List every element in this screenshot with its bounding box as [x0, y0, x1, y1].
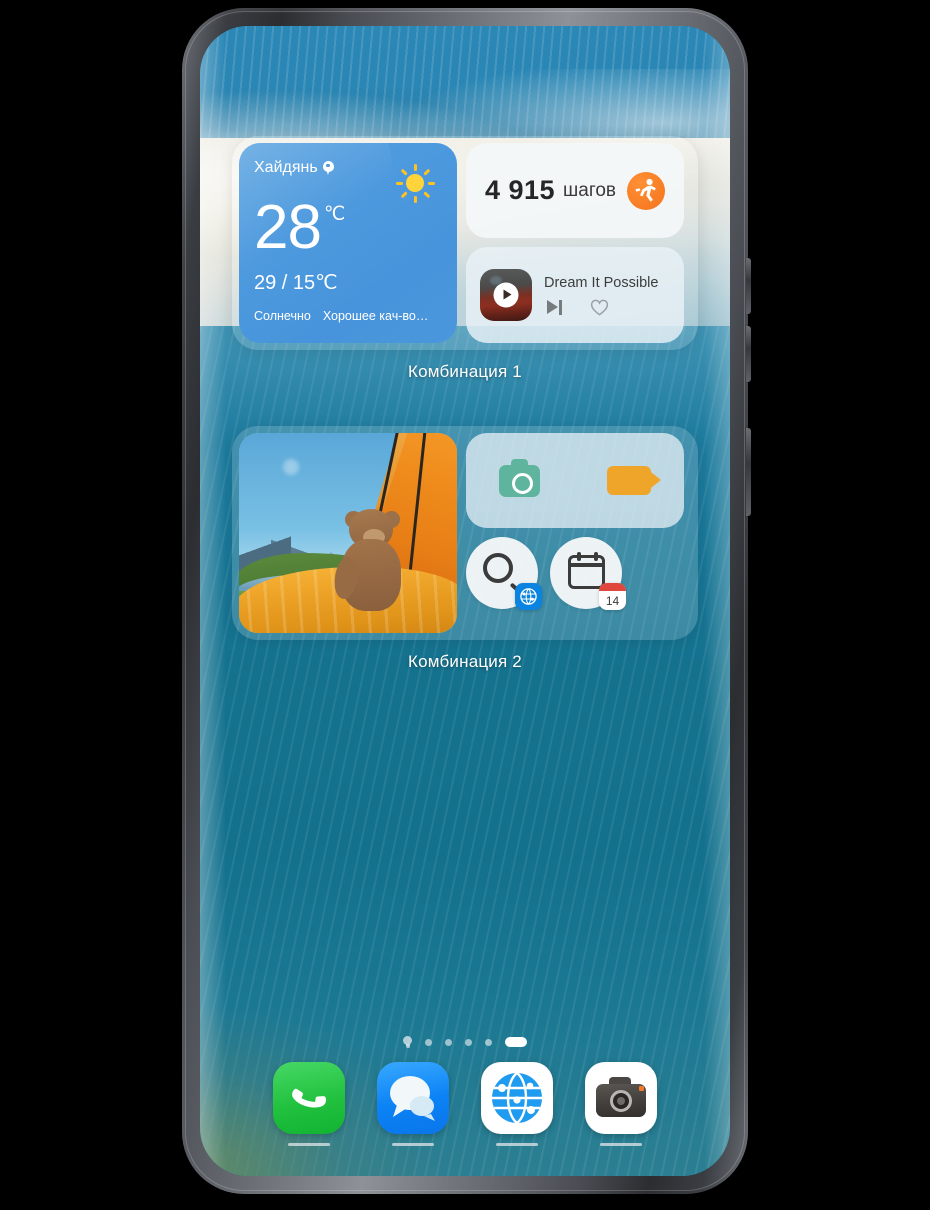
weather-high-low: 29 / 15℃	[254, 271, 338, 294]
gallery-photo-widget[interactable]	[239, 433, 457, 633]
video-camera-icon[interactable]	[606, 466, 661, 495]
widget-combination-1[interactable]: Хайдянь 28 ℃ 29 / 15℃ Солнечно Хорошее к…	[200, 136, 730, 382]
power-button[interactable]	[746, 428, 751, 516]
quick-actions-row: 14	[466, 537, 684, 610]
next-track-icon[interactable]	[547, 299, 564, 315]
heart-icon[interactable]	[590, 299, 609, 316]
page-dot-2[interactable]	[445, 1038, 452, 1046]
camera-shortcuts-widget[interactable]	[466, 433, 684, 528]
weather-temperature-unit: ℃	[323, 204, 346, 225]
widget-combination-2[interactable]: 14 Комбинация 2	[200, 426, 730, 672]
dock-label-messages	[392, 1143, 434, 1146]
volume-up-button[interactable]	[746, 258, 751, 314]
calendar-icon	[567, 552, 605, 589]
page-dot-4[interactable]	[485, 1038, 492, 1046]
weather-condition: Солнечно	[254, 308, 311, 323]
weather-air-quality: Хорошее кач-во…	[322, 308, 429, 323]
combination-2-card[interactable]: 14	[232, 426, 698, 640]
dock-label-phone	[288, 1143, 330, 1146]
combination-2-right-column: 14	[466, 433, 684, 633]
dock-item-phone[interactable]	[271, 1062, 347, 1146]
combination-1-label: Комбинация 1	[408, 362, 522, 381]
music-track-title: Dream It Possible	[544, 274, 659, 291]
album-art[interactable]	[480, 269, 532, 321]
sun-icon	[395, 163, 435, 203]
weather-city-name: Хайдянь	[254, 159, 318, 176]
music-controls	[544, 299, 658, 316]
dock-item-messages[interactable]	[375, 1062, 451, 1146]
steps-count: 4 915	[484, 175, 556, 205]
phone-screen: Хайдянь 28 ℃ 29 / 15℃ Солнечно Хорошее к…	[200, 26, 730, 1176]
handset-glyph	[292, 1088, 327, 1108]
dock-item-browser[interactable]	[479, 1062, 555, 1146]
running-icon	[627, 171, 666, 210]
globe-icon[interactable]	[481, 1062, 553, 1134]
phone-icon[interactable]	[273, 1062, 345, 1134]
page-dot-1[interactable]	[425, 1038, 432, 1046]
page-indicator[interactable]	[200, 1036, 730, 1048]
lightbulb-icon[interactable]	[403, 1036, 412, 1048]
dock-label-camera	[600, 1143, 642, 1146]
page-dot-current[interactable]	[505, 1037, 527, 1047]
camera-icon[interactable]	[499, 458, 541, 497]
phone-device: Хайдянь 28 ℃ 29 / 15℃ Солнечно Хорошее к…	[182, 8, 751, 1194]
volume-down-button[interactable]	[746, 326, 751, 382]
weather-temperature-row: 28 ℃	[254, 193, 442, 262]
globe-glyph	[492, 1072, 542, 1124]
browser-globe-icon	[515, 583, 542, 610]
location-pin-icon	[322, 161, 334, 175]
photo-sun	[283, 459, 299, 475]
search-icon	[483, 553, 513, 583]
weather-description-row: Солнечно Хорошее кач-во…	[254, 309, 442, 323]
steps-widget[interactable]: 4 915 шагов	[466, 143, 684, 238]
dock	[200, 1062, 730, 1146]
photo-teddy-bear	[332, 509, 409, 617]
dock-label-browser	[496, 1143, 538, 1146]
calendar-day-number: 14	[605, 593, 620, 608]
steps-unit-label: шагов	[563, 179, 617, 201]
music-info: Dream It Possible	[544, 275, 658, 316]
play-icon[interactable]	[493, 282, 519, 308]
calendar-day-badge: 14	[599, 583, 626, 610]
page-dot-3[interactable]	[465, 1038, 472, 1046]
combination-2-label: Комбинация 2	[408, 652, 522, 671]
search-shortcut[interactable]	[466, 537, 542, 610]
message-bubble-icon[interactable]	[377, 1062, 449, 1134]
weather-widget[interactable]: Хайдянь 28 ℃ 29 / 15℃ Солнечно Хорошее к…	[239, 143, 457, 343]
combination-1-right-column: 4 915 шагов Dream It Possible	[466, 143, 684, 343]
dock-item-camera[interactable]	[583, 1062, 659, 1146]
camera-icon[interactable]	[585, 1062, 657, 1134]
weather-temperature-value: 28	[254, 193, 322, 262]
bubble-glyph	[390, 1076, 435, 1121]
calendar-shortcut[interactable]: 14	[550, 537, 626, 610]
music-widget[interactable]: Dream It Possible	[466, 247, 684, 343]
combination-1-card[interactable]: Хайдянь 28 ℃ 29 / 15℃ Солнечно Хорошее к…	[232, 136, 698, 350]
